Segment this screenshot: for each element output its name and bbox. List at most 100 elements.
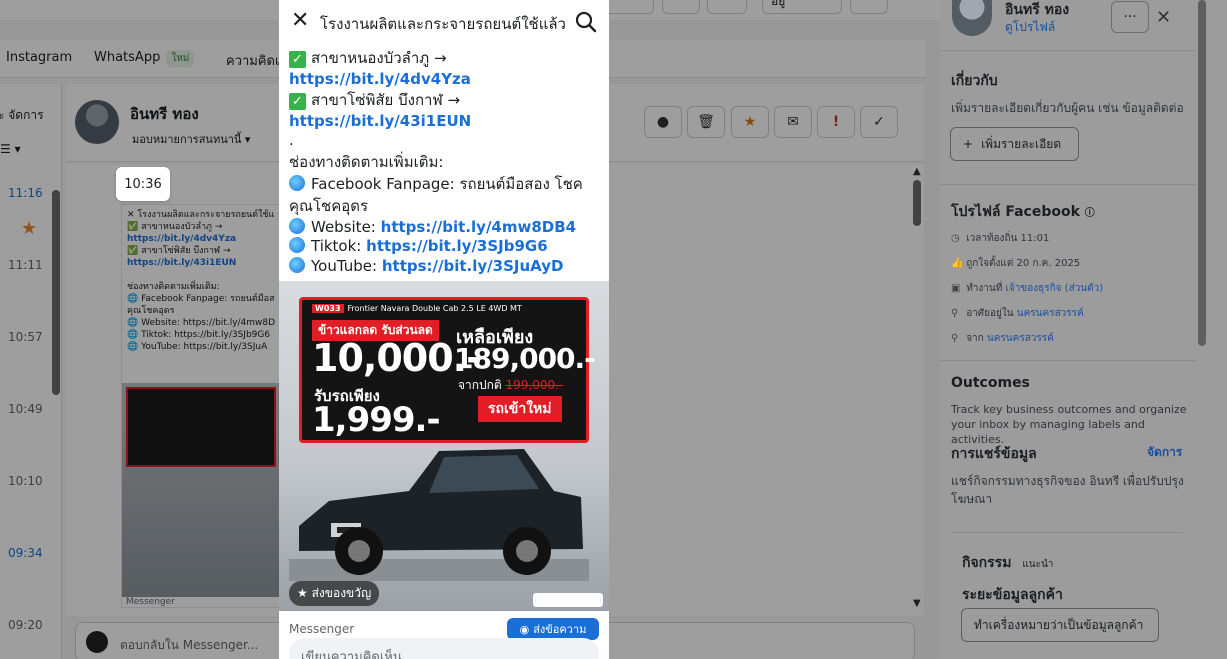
tab-whatsapp[interactable]: WhatsApp ใหม่ (94, 50, 195, 67)
post-text: Website: (311, 218, 376, 236)
post-text: YouTube: (311, 257, 378, 275)
pickup-truck-illustration (289, 449, 589, 581)
info-text: จาก (966, 333, 987, 344)
spam-button[interactable]: ! (817, 106, 855, 138)
assign-label: มอบหมายการสนทนานี้ (132, 133, 242, 146)
manage-link[interactable]: ะ จัดการ (0, 106, 44, 125)
top-toolbar-button[interactable] (662, 0, 700, 14)
post-link[interactable]: https://bit.ly/3SJb9G6 (366, 237, 548, 255)
conversation-list-scrollbar[interactable] (52, 190, 60, 395)
mark-as-customer-button[interactable]: ทำเครื่องหมายว่าเป็นข้อมูลลูกค้า (961, 608, 1159, 642)
add-details-label: เพิ่มรายละเอียด (981, 136, 1062, 151)
status-dropdown[interactable]: อยู่ (762, 0, 842, 14)
post-link[interactable]: https://bit.ly/3SJuAyD (382, 257, 564, 275)
preview-line: 🌐 YouTube: https://bit.ly/3SJuA (127, 342, 268, 352)
contact-name: อินทรี ทอง (130, 105, 199, 123)
info-link[interactable]: นครนครสวรรค์ (1017, 308, 1084, 319)
divider (940, 50, 1196, 51)
conversation-time: 11:11 (8, 258, 43, 272)
pin-icon: ⚲ (951, 308, 959, 319)
info-row-work: ▣ ทำงานที่ เจ้าของธุรกิจ (ส่วนตัว) (951, 281, 1103, 296)
panel-scrollbar[interactable] (1198, 0, 1206, 346)
new-badge: ใหม่ (166, 50, 195, 67)
facebook-profile-heading: โปรไฟล์ Facebook ⓘ (951, 201, 1095, 223)
assign-dropdown[interactable]: มอบหมายการสนทนานี้ ▾ (132, 130, 250, 148)
view-profile-link[interactable]: ดูโปรไฟล์ (1005, 18, 1055, 37)
preview-link[interactable]: https://bit.ly/4dv4Yza (127, 233, 275, 245)
preview-line: 🌐 Tiktok: https://bit.ly/3SJb9G6 (127, 330, 271, 340)
comment-input[interactable]: เขียนความคิดเห็น... (289, 638, 599, 659)
conversation-time: 10:49 (8, 402, 43, 416)
post-link-line: https://bit.ly/4dv4Yza (289, 69, 471, 89)
post-line-youtube: YouTube: https://bit.ly/3SJuAyD (289, 256, 563, 276)
conversation-time: 11:16 (8, 186, 43, 200)
post-line-facebook-cont: คุณโชคอุดร (289, 197, 369, 215)
info-row-liked: 👍 ถูกใจตั้งแต่ 20 ก.ค. 2025 (951, 256, 1080, 271)
delete-button[interactable]: 🗑 (687, 106, 725, 138)
data-sharing-manage-link[interactable]: จัดการ (1147, 443, 1182, 462)
pin-icon: ⚲ (951, 333, 959, 344)
shared-post-preview[interactable]: ✕ โรงงานผลิตและกระจายรถยนต์ใช้แล้ว ✅ สาข… (121, 204, 281, 608)
globe-icon (289, 175, 305, 191)
check-mark-icon: ✓ (289, 93, 306, 110)
close-icon[interactable]: ✕ (1156, 7, 1171, 28)
messenger-label: Messenger (289, 622, 355, 636)
send-message-button[interactable]: ◉ ส่งข้อความ (507, 618, 599, 640)
more-options-button[interactable]: ··· (1111, 1, 1149, 33)
ad-model-label: W033 Frontier Navara Double Cab 2.5 LE 4W… (312, 304, 522, 313)
top-toolbar-button[interactable] (707, 0, 747, 14)
avatar (952, 0, 992, 36)
messenger-icon: ◉ (519, 622, 530, 636)
tab-instagram[interactable]: Instagram (6, 50, 72, 65)
send-gift-label: ส่งของขวัญ (311, 586, 372, 600)
post-line-tiktok: Tiktok: https://bit.ly/3SJb9G6 (289, 236, 548, 256)
post-link[interactable]: https://bit.ly/4mw8DB4 (381, 218, 576, 236)
info-text: อาศัยอยู่ใน (966, 308, 1017, 319)
chat-scroll-up-icon[interactable]: ▲ (913, 166, 921, 177)
add-details-button[interactable]: + เพิ่มรายละเอียด (950, 127, 1079, 161)
alert-button[interactable]: ● (644, 106, 682, 138)
filter-icon[interactable]: ☰ ▾ (0, 142, 21, 156)
message-time-tooltip: 10:36 (116, 167, 170, 201)
post-line-website: Website: https://bit.ly/4mw8DB4 (289, 217, 576, 237)
preview-spacer (127, 269, 275, 281)
info-link[interactable]: เจ้าของธุรกิจ (ส่วนตัว) (1006, 283, 1104, 294)
chat-scroll-down-icon[interactable]: ▼ (913, 598, 921, 609)
info-text: ทำงานที่ (966, 283, 1006, 294)
preview-line: ✅ สาขาหนองบัวลำภู → (127, 222, 223, 232)
info-row-local-time: ◷ เวลาท้องถิ่น 11:01 (951, 231, 1049, 246)
comment-placeholder: เขียนความคิดเห็น... (301, 650, 415, 659)
activity-heading-text: กิจกรรม (962, 555, 1012, 571)
ad-code: W033 (312, 304, 344, 313)
dealer-logo (533, 593, 603, 607)
conversation-time: 09:20 (8, 618, 43, 632)
manage-label: จัดการ (8, 108, 44, 122)
thumbs-up-icon: 👍 (951, 258, 964, 269)
info-row-lives-in: ⚲ อาศัยอยู่ใน นครนครสวรรค์ (951, 306, 1084, 321)
archive-button[interactable]: ✉ (774, 106, 812, 138)
settings-button[interactable] (850, 0, 888, 14)
send-gift-badge[interactable]: ★ ส่งของขวัญ (289, 581, 380, 606)
ad-old-price-line: จากปกติ 199,000.- (458, 376, 563, 395)
follow-heading: ช่องทางติดตามเพิ่มเติม: (289, 153, 444, 171)
data-sharing-heading: การแชร์ข้อมูล (951, 446, 1037, 462)
chat-scrollbar[interactable] (913, 180, 921, 226)
ad-price: 189,000.- (454, 342, 596, 375)
close-icon[interactable]: ✕ (291, 10, 309, 32)
modal-header: ✕ โรงงานผลิตและกระจายรถยนต์ใช้แล้ว โ... (279, 0, 609, 44)
exclamation-icon: ! (832, 114, 840, 130)
star-button[interactable]: ★ (731, 106, 769, 138)
post-image[interactable]: W033 Frontier Navara Double Cab 2.5 LE 4W… (279, 281, 609, 611)
post-link[interactable]: https://bit.ly/43i1EUN (289, 112, 471, 130)
info-link[interactable]: นครนครสวรรค์ (987, 333, 1054, 344)
about-heading: เกี่ยวกับ (951, 73, 998, 89)
search-icon[interactable] (575, 11, 597, 33)
preview-link[interactable]: https://bit.ly/43i1EUN (127, 257, 275, 269)
preview-line: ช่องทางติดตามเพิ่มเติม: (127, 282, 220, 292)
briefcase-icon: ▣ (951, 283, 961, 294)
globe-icon (289, 218, 305, 234)
contact-details-panel: อินทรี ทอง ดูโปรไฟล์ ··· ✕ เกี่ยวกับ เพิ… (940, 0, 1227, 659)
outcomes-description: Track key business outcomes and organize… (951, 403, 1187, 446)
done-button[interactable]: ✓ (860, 106, 898, 138)
post-link[interactable]: https://bit.ly/4dv4Yza (289, 70, 471, 88)
